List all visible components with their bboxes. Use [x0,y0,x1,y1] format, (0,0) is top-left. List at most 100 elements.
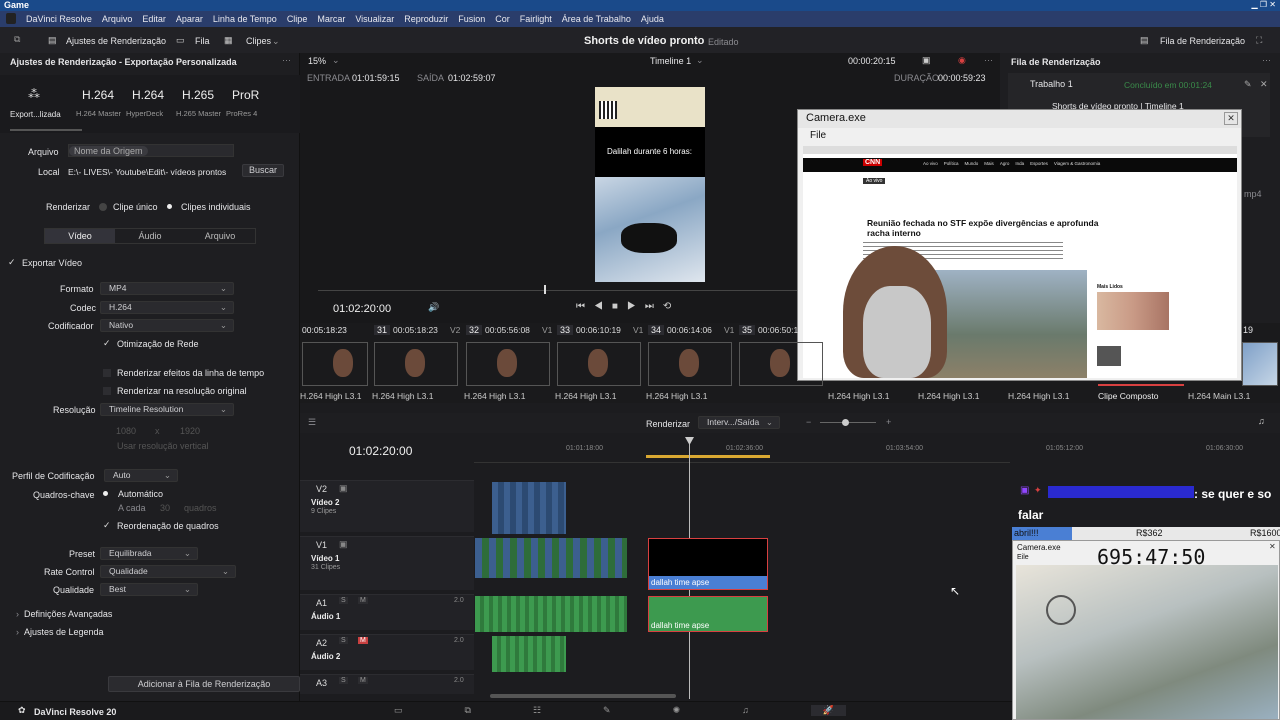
clip-thumbnail[interactable] [466,342,550,386]
render-range-select[interactable]: Interv.../Saída ⌄ [698,416,780,429]
add-to-queue-button[interactable]: Adicionar à Fila de Renderização [108,676,300,692]
menu-item[interactable]: Cor [495,14,510,24]
track-lock-icon[interactable]: ▣ [339,539,348,550]
render-settings-tab[interactable]: Ajustes de Renderização [66,36,166,46]
more-icon[interactable]: ··· [1262,55,1271,65]
keyframes-auto-radio[interactable] [103,491,108,496]
zoom-out-icon[interactable]: − [806,417,811,427]
timeline-options-icon[interactable]: ☰ [308,417,316,428]
format-select[interactable]: MP4 ⌄ [100,282,234,295]
news-nav-item[interactable]: Ao vivo [923,161,938,166]
rate-select[interactable]: Qualidade ⌄ [100,565,236,578]
tab-audio[interactable]: Áudio [115,229,185,243]
room-camera-menu[interactable]: Eile [1017,554,1029,561]
preset-select[interactable]: Equilibrada ⌄ [100,547,198,560]
close-icon[interactable]: ✕ [1269,542,1276,551]
file-token[interactable]: Nome da Origem [69,146,148,156]
menu-item[interactable]: Linha de Tempo [213,14,277,24]
scrubber-bar[interactable] [318,290,798,291]
chevron-down-icon[interactable]: ⌄ [696,55,704,66]
clips-tab[interactable]: Clipes [246,36,271,46]
zoom-in-icon[interactable]: + [886,417,891,427]
room-camera-window[interactable]: Camera.exe Eile ✕ 695:47:50 [1012,540,1280,720]
news-chip[interactable]: Ao vivo [863,178,886,184]
render-original-check[interactable] [103,387,111,395]
zoom-slider-handle[interactable] [842,419,849,426]
record-icon[interactable]: ◉ [958,55,966,66]
deliver-page-icon[interactable]: 🚀 [810,705,847,716]
preset-sub[interactable]: HyperDeck [126,109,163,118]
preset-name[interactable]: H.264 [132,88,164,102]
quality-select[interactable]: Best ⌄ [100,583,198,596]
render-settings-icon[interactable]: ▤ [48,35,57,46]
clip-thumbnail[interactable] [648,342,732,386]
monitor-icon[interactable]: ▣ [922,55,931,66]
v1-selected-clip[interactable]: dallah time apse [648,538,768,590]
custom-export-label[interactable]: Export...lizada [10,110,61,119]
preset-sub[interactable]: H.265 Master [176,109,221,118]
reorder-check[interactable]: ✓ [103,520,111,531]
menu-item[interactable]: DaVinci Resolve [26,14,92,24]
menu-item[interactable]: Fusion [458,14,485,24]
solo-button[interactable]: S [339,677,348,684]
codec-select[interactable]: H.264 ⌄ [100,301,234,314]
tab-video[interactable]: Vídeo [45,229,115,243]
fusion-page-icon[interactable]: ✎ [603,705,611,716]
close-icon[interactable]: ✕ [1224,112,1238,125]
a2-clips[interactable] [492,636,566,672]
menu-item[interactable]: Clipe [287,14,308,24]
solo-button[interactable]: S [339,637,348,644]
menu-item[interactable]: Área de Trabalho [562,14,631,24]
edit-icon[interactable]: ✎ [1244,79,1252,90]
timeline-scrollbar[interactable] [490,694,676,698]
cut-page-icon[interactable]: ⧉ [465,705,471,716]
file-field[interactable]: Nome da Origem [68,144,234,157]
preset-scrollbar[interactable] [10,129,82,131]
volume-icon[interactable]: 🔊 [428,302,439,313]
subtitle-settings[interactable]: Ajustes de Legenda [24,627,104,637]
browse-button[interactable]: Buscar [242,164,284,177]
resolution-select[interactable]: Timeline Resolution ⌄ [100,403,234,416]
chevron-down-icon[interactable]: ⌄ [332,55,340,66]
export-video-check[interactable]: ✓ [8,257,16,268]
menu-item[interactable]: Fairlight [520,14,552,24]
menu-item[interactable]: Ajuda [641,14,664,24]
preset-name[interactable]: H.264 [82,88,114,102]
menu-item[interactable]: Reproduzir [404,14,448,24]
profile-select[interactable]: Auto ⌄ [104,469,178,482]
expand-icon[interactable]: ⛶ [1256,35,1262,46]
mute-button[interactable]: M [358,677,368,684]
menu-item[interactable]: Arquivo [102,14,133,24]
edit-page-icon[interactable]: ☷ [533,705,541,716]
clip-thumbnail[interactable] [1242,342,1278,386]
v1-clips[interactable] [475,538,627,578]
network-check[interactable]: ✓ [103,338,111,349]
clips-icon[interactable]: ▦ [224,35,233,46]
individual-clips-radio[interactable] [167,204,172,209]
zoom-level[interactable]: 15% [308,56,326,66]
news-nav-item[interactable]: Mais [984,161,994,166]
mute-button[interactable]: M [358,597,368,604]
render-queue-icon[interactable]: ▤ [1140,35,1149,46]
keyframes-number[interactable]: 30 [160,503,170,513]
timeline-name[interactable]: Timeline 1 [650,56,691,66]
news-nav-item[interactable]: Esportes [1030,161,1048,166]
news-nav-item[interactable]: Mundo [965,161,979,166]
mute-button[interactable]: M [358,637,368,644]
preset-name[interactable]: ProR [232,88,259,102]
clip-thumbnail[interactable] [302,342,368,386]
camera-menu-file[interactable]: File [810,130,826,141]
transport-controls[interactable]: ⏮◀■▶⏭⟲ [576,301,680,312]
menu-item[interactable]: Editar [142,14,166,24]
color-page-icon[interactable]: ✺ [673,705,681,716]
window-controls[interactable]: ▁ ❐ ✕ [1252,0,1276,9]
more-icon[interactable]: ··· [282,55,291,65]
news-nav-item[interactable]: Política [944,161,959,166]
more-icon[interactable]: ··· [984,55,993,65]
v2-clips[interactable] [492,482,566,534]
fairlight-page-icon[interactable]: ♫ [742,705,749,716]
preset-sub[interactable]: H.264 Master [76,109,121,118]
a1-clips[interactable] [475,596,627,632]
advanced-settings[interactable]: Definições Avançadas [24,609,112,619]
queue-tab[interactable]: Fila [195,36,210,46]
